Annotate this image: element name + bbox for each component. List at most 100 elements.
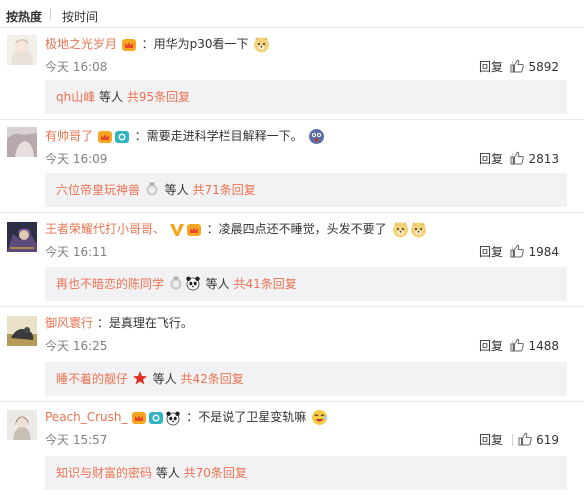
- like-count: 619: [536, 433, 559, 447]
- reply-others-text: 等人: [152, 466, 184, 480]
- doge-emoji-icon: [254, 37, 270, 53]
- comment-divider: [0, 401, 584, 402]
- badge-group: [131, 410, 182, 426]
- reply-count-link[interactable]: 共41条回复: [233, 277, 296, 291]
- avatar[interactable]: [7, 410, 37, 440]
- comment-divider: [0, 306, 584, 307]
- sort-by-time[interactable]: 按时间: [62, 8, 98, 25]
- avatar[interactable]: [7, 127, 37, 157]
- comment-line: 王者荣耀代打小哥哥、 ：凌晨四点还不睡觉，头发不要了: [45, 220, 427, 238]
- timestamp: 今天 16:11: [45, 245, 108, 259]
- laughing-emoji-icon: [312, 410, 328, 425]
- reply-button[interactable]: 回复: [479, 59, 503, 75]
- avatar-image: [7, 127, 37, 157]
- like-count: 5892: [528, 60, 559, 74]
- avatar-image: [7, 222, 37, 252]
- like-button[interactable]: 5892: [510, 59, 559, 75]
- reply-count-link[interactable]: 共42条回复: [180, 372, 243, 386]
- thumbs-up-icon: [510, 338, 525, 352]
- panda-icon: [186, 276, 200, 291]
- reply-others-text: 等人: [160, 183, 193, 197]
- comment-text: ：凌晨四点还不睡觉，头发不要了: [206, 222, 387, 236]
- comment-line: 御风寰行 ：是真理在飞行。: [45, 314, 193, 332]
- reply-username[interactable]: 知识与财富的密码: [56, 466, 152, 480]
- reply-button[interactable]: 回复: [479, 432, 503, 448]
- panda-icon: [166, 411, 181, 425]
- replies-summary[interactable]: 睡不着的靓仔 等人 共42条回复: [45, 362, 567, 396]
- like-button[interactable]: 1488: [510, 338, 559, 354]
- camera-badge-icon[interactable]: [148, 410, 164, 426]
- thumbs-up-icon: [510, 244, 525, 258]
- reply-button[interactable]: 回复: [479, 244, 503, 260]
- meta-divider: [512, 434, 513, 446]
- comment-text: ：是真理在飞行。: [96, 316, 193, 330]
- reply-count-link[interactable]: 共95条回复: [127, 90, 190, 104]
- comment-line: 极地之光岁月 ：用华为p30看一下: [45, 35, 270, 53]
- vip-crown-icon[interactable]: [121, 37, 137, 53]
- like-button[interactable]: 2813: [510, 151, 559, 167]
- reply-button[interactable]: 回复: [479, 338, 503, 354]
- avatar[interactable]: [7, 222, 37, 252]
- red-star-icon: [132, 371, 147, 385]
- camera-badge-icon[interactable]: [114, 129, 130, 145]
- comment-meta: 今天 16:11 回复 1984: [45, 244, 575, 260]
- avatar-image: [7, 410, 37, 440]
- like-count: 1488: [528, 339, 559, 353]
- comment-text: ：不是说了卫星变轨嘛: [186, 410, 307, 424]
- sort-by-hot[interactable]: 按热度: [6, 8, 42, 25]
- thumbs-up-icon: [518, 432, 532, 446]
- replies-summary[interactable]: qh山峰 等人 共95条回复: [45, 80, 567, 114]
- timestamp: 今天 16:09: [45, 152, 108, 166]
- reply-button[interactable]: 回复: [479, 151, 503, 167]
- reply-others-text: 等人: [201, 277, 234, 291]
- username[interactable]: 有帅哥了: [45, 129, 93, 143]
- comment-meta: 今天 16:25 回复 1488: [45, 338, 575, 354]
- comment-meta: 今天 16:09 回复 2813: [45, 151, 575, 167]
- reply-count-link[interactable]: 共70条回复: [184, 466, 247, 480]
- rank-badge-icon: [146, 182, 158, 196]
- timestamp: 今天 16:25: [45, 339, 108, 353]
- thumbs-up-icon: [510, 59, 525, 73]
- username[interactable]: 御风寰行: [45, 316, 93, 330]
- badge-group: [121, 37, 138, 53]
- doge-emoji-icon: [410, 222, 426, 238]
- avatar[interactable]: [7, 35, 37, 65]
- comment-meta: 今天 15:57 回复 619: [45, 432, 575, 448]
- vip-crown-icon[interactable]: [186, 222, 202, 238]
- vip-crown-icon[interactable]: [97, 129, 113, 145]
- avatar[interactable]: [7, 316, 37, 346]
- rank-badge-icon: [170, 276, 182, 290]
- comment-divider: [0, 119, 584, 120]
- like-count: 2813: [528, 152, 559, 166]
- replies-summary[interactable]: 六位帝皇玩神兽 等人 共71条回复: [45, 173, 567, 207]
- comment-line: 有帅哥了 ：需要走进科学栏目解释一下。: [45, 127, 325, 145]
- comment-divider: [0, 212, 584, 213]
- badge-group: [169, 222, 203, 238]
- sort-bar: 按热度 按时间: [0, 0, 584, 28]
- username[interactable]: 极地之光岁月: [45, 37, 117, 51]
- comment-text: ：需要走进科学栏目解释一下。: [134, 129, 303, 143]
- username[interactable]: Peach_Crush_: [45, 410, 128, 424]
- reply-username[interactable]: qh山峰: [56, 90, 95, 104]
- avatar-image: [7, 316, 37, 346]
- sort-divider: [50, 8, 51, 20]
- reply-username[interactable]: 六位帝皇玩神兽: [56, 183, 140, 197]
- reply-count-link[interactable]: 共71条回复: [192, 183, 255, 197]
- timestamp: 今天 16:08: [45, 60, 108, 74]
- thumbs-up-icon: [510, 151, 525, 165]
- doge-emoji-icon: [392, 222, 408, 238]
- reply-username[interactable]: 睡不着的靓仔: [56, 372, 128, 386]
- like-count: 1984: [528, 245, 559, 259]
- vip-crown-icon[interactable]: [131, 410, 147, 426]
- reply-username[interactable]: 再也不暗恋的陈同学: [56, 277, 164, 291]
- like-button[interactable]: 619: [518, 432, 559, 448]
- replies-summary[interactable]: 再也不暗恋的陈同学 等人 共41条回复: [45, 267, 567, 301]
- username[interactable]: 王者荣耀代打小哥哥、: [45, 222, 165, 236]
- comment-text: ：用华为p30看一下: [141, 37, 249, 51]
- timestamp: 今天 15:57: [45, 433, 108, 447]
- comment-line: Peach_Crush_ ：不是说了卫星变轨嘛: [45, 408, 328, 426]
- replies-summary[interactable]: 知识与财富的密码 等人 共70条回复: [45, 456, 567, 490]
- badge-group: [97, 129, 131, 145]
- like-button[interactable]: 1984: [510, 244, 559, 260]
- verified-v-icon[interactable]: [169, 222, 185, 238]
